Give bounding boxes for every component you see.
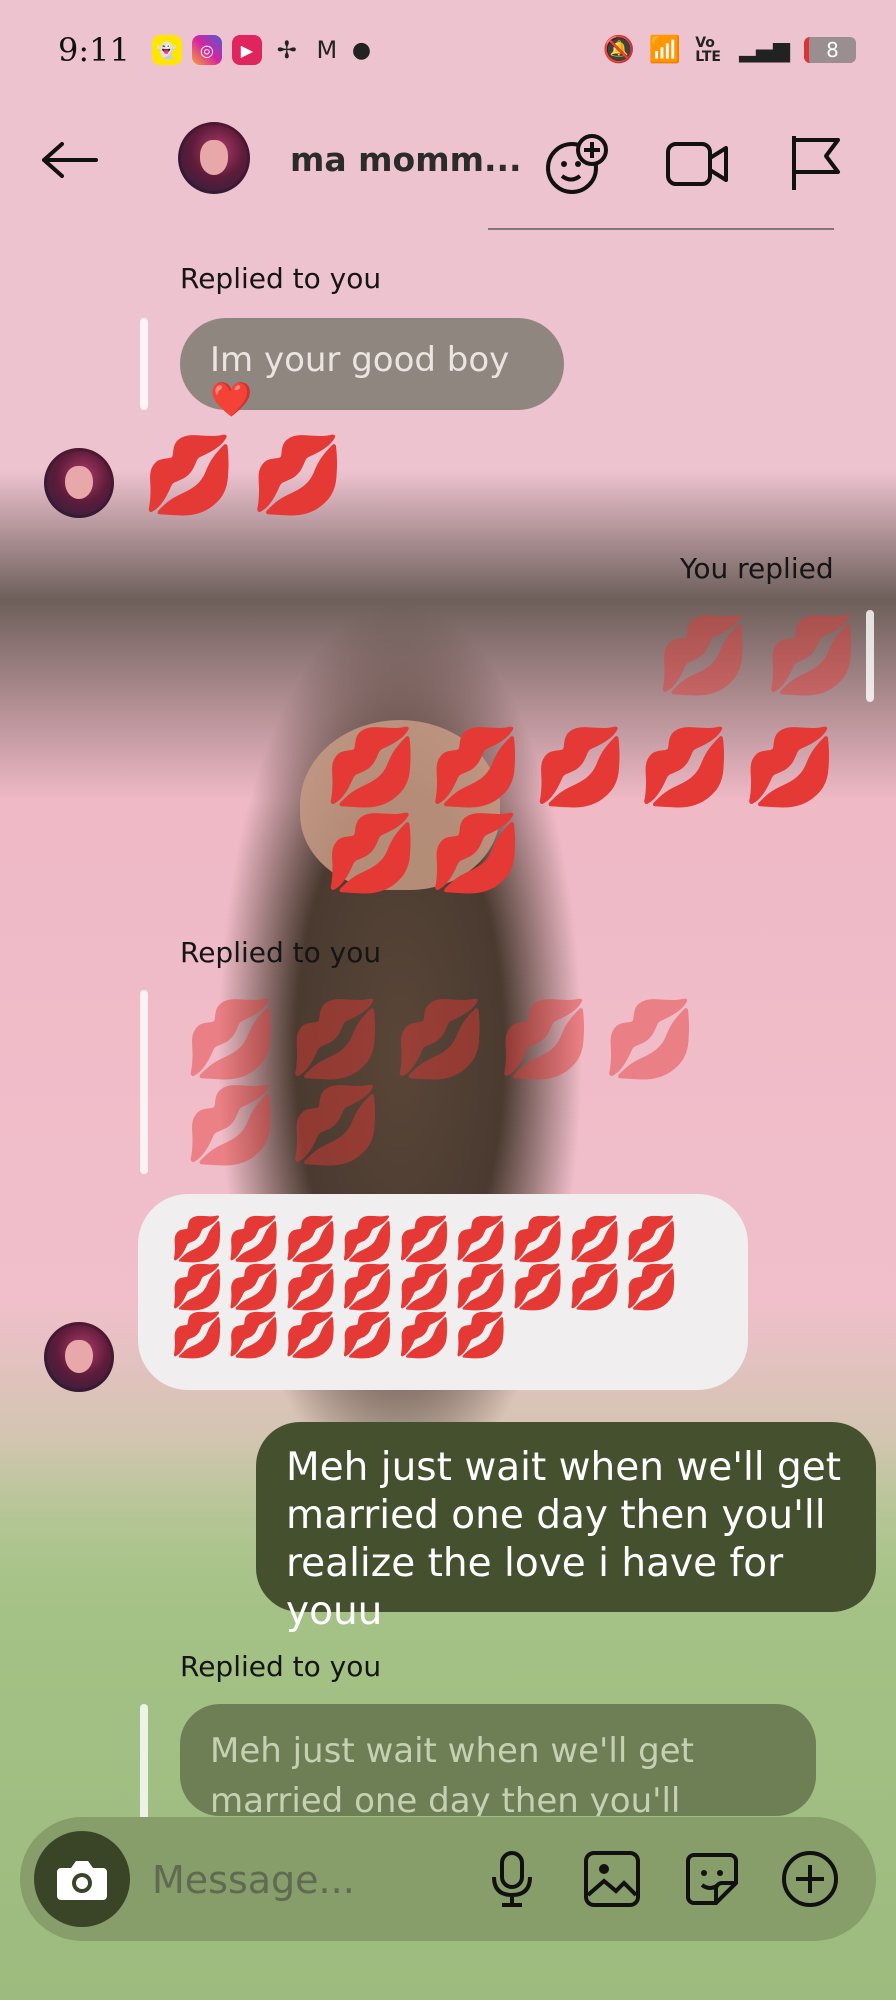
message-composer (20, 1817, 876, 1941)
status-time: 9:11 (58, 31, 130, 69)
quote-bar (140, 1704, 148, 1824)
message-emoji[interactable]: 💋💋 (142, 432, 359, 518)
quoted-emoji[interactable]: 💋💋 (656, 612, 873, 698)
contact-avatar[interactable] (178, 122, 250, 194)
message-emoji: 💋💋💋💋💋💋💋💋💋💋💋💋💋💋💋💋💋💋💋💋💋💋💋💋 (170, 1214, 682, 1361)
snapchat-icon: 👻 (151, 35, 182, 65)
message-input[interactable] (150, 1847, 434, 1913)
header-divider (488, 228, 834, 230)
sender-avatar[interactable] (44, 1322, 114, 1392)
more-notifications-icon: ● (351, 37, 372, 63)
quoted-message[interactable]: Im your good boy❤️ (180, 318, 564, 420)
status-bar: 9:11 👻 ◎ ▶ ✢ M ● 🔕 📶 Vo LTE ▂▄▆ 8 (0, 0, 896, 100)
add-friend-icon[interactable] (542, 128, 612, 198)
flag-icon[interactable] (782, 128, 852, 198)
reply-label: Replied to you (180, 1650, 382, 1683)
quote-bar (140, 318, 148, 410)
sent-message[interactable]: Meh just wait when we'll get married one… (256, 1422, 876, 1634)
wifi-icon: 📶 (648, 35, 682, 65)
chat-header: ma momm... (0, 100, 896, 220)
pinwheel-icon: ✢ (276, 36, 297, 64)
instagram-icon: ◎ (191, 35, 222, 65)
back-arrow-icon[interactable] (40, 140, 100, 182)
gmail-icon: M (316, 36, 338, 64)
video-app-icon: ▶ (231, 35, 262, 65)
quoted-message[interactable]: Meh just wait when we'll get married one… (180, 1704, 816, 1816)
received-emoji-bubble[interactable]: 💋💋💋💋💋💋💋💋💋💋💋💋💋💋💋💋💋💋💋💋💋💋💋💋 (138, 1194, 748, 1390)
reply-label: Replied to you (180, 262, 382, 295)
mute-icon: 🔕 (602, 35, 635, 65)
battery-level: 8 (826, 38, 839, 62)
notification-icons: 👻 ◎ ▶ ✢ M ● (151, 35, 372, 65)
volte-label: Vo LTE (695, 35, 721, 65)
quote-bar (140, 990, 148, 1174)
camera-button[interactable] (34, 1831, 130, 1927)
microphone-icon[interactable] (480, 1847, 544, 1911)
contact-name[interactable]: ma momm... (290, 140, 522, 179)
signal-icon: ▂▄▆ (739, 37, 790, 63)
add-icon[interactable] (778, 1847, 842, 1911)
sender-avatar[interactable] (44, 448, 114, 518)
sent-emoji-message[interactable]: 💋💋💋💋💋💋💋 (324, 724, 884, 896)
sticker-icon[interactable] (680, 1847, 744, 1911)
battery-indicator: 8 (804, 37, 856, 63)
you-replied-label: You replied (680, 552, 834, 585)
video-call-icon[interactable] (662, 128, 732, 198)
quoted-emoji[interactable]: 💋💋💋💋💋💋💋 (184, 996, 744, 1168)
reply-label: Replied to you (180, 936, 382, 969)
gallery-icon[interactable] (580, 1847, 644, 1911)
camera-icon (57, 1861, 107, 1900)
